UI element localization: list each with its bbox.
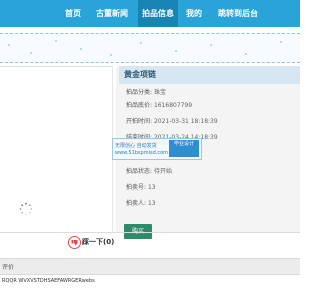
info-label: 拍卖号:	[126, 184, 147, 191]
info-value: 珠宝	[153, 89, 166, 96]
dislike-label: 踩一下(0)	[82, 238, 115, 246]
info-value: 13	[147, 184, 156, 191]
info-value: 待开始	[153, 168, 172, 175]
info-label: 开拍时间:	[126, 118, 153, 125]
nav-item-go-to-admin[interactable]: 跳转到后台	[210, 0, 266, 27]
reviews-label: 评价	[2, 264, 15, 271]
info-row-status: 拍品状态: 待开始	[126, 167, 172, 177]
review-content: RQQR WVXVSTDHSAEFAWRGERwebs	[2, 278, 95, 284]
info-row-auctioneer: 拍卖人: 13	[126, 199, 156, 209]
nav-item-lot-info[interactable]: 拍品信息	[138, 0, 178, 27]
watermark-overlay: 无限创心 自动发货 www.51bspmisd.com 毕业设计	[112, 138, 202, 160]
lot-title-bar: 黄金项链	[119, 66, 300, 84]
info-row-reserve-price: 拍品底价: 1616807799	[126, 101, 192, 111]
info-row-category: 拍品分类: 珠宝	[126, 88, 166, 98]
info-value: 13	[147, 200, 156, 207]
info-label: 拍品分类:	[126, 89, 153, 96]
info-row-auction-number: 拍卖号: 13	[126, 183, 156, 193]
nav-item-antique-news[interactable]: 古董新闻	[90, 0, 134, 27]
nav-item-home[interactable]: 首页	[58, 0, 88, 27]
thumbs-down-icon	[68, 236, 81, 249]
info-label: 拍品状态:	[126, 168, 153, 175]
reviews-header: 评价	[0, 258, 300, 275]
lot-title: 黄金项链	[124, 70, 156, 79]
info-value: 1616807799	[153, 102, 193, 109]
info-value: 2021-03-31 18:18:39	[153, 118, 218, 125]
watermark-line-2: www.51bspmisd.com	[115, 150, 169, 156]
top-navigation: 首页 古董新闻 拍品信息 我的 跳转到后台	[0, 0, 300, 27]
banner-strip	[0, 33, 300, 63]
divider	[0, 232, 300, 233]
watermark-badge: 毕业设计	[169, 140, 199, 157]
nav-item-my[interactable]: 我的	[180, 0, 208, 27]
info-label: 拍卖人:	[126, 200, 147, 207]
info-row-start-time: 开拍时间: 2021-03-31 18:18:39	[126, 117, 218, 127]
info-label: 拍品底价:	[126, 102, 153, 109]
watermark-line-1: 无限创心 自动发货	[115, 143, 157, 149]
loading-spinner-icon	[19, 202, 33, 216]
lot-image-panel	[0, 66, 113, 233]
